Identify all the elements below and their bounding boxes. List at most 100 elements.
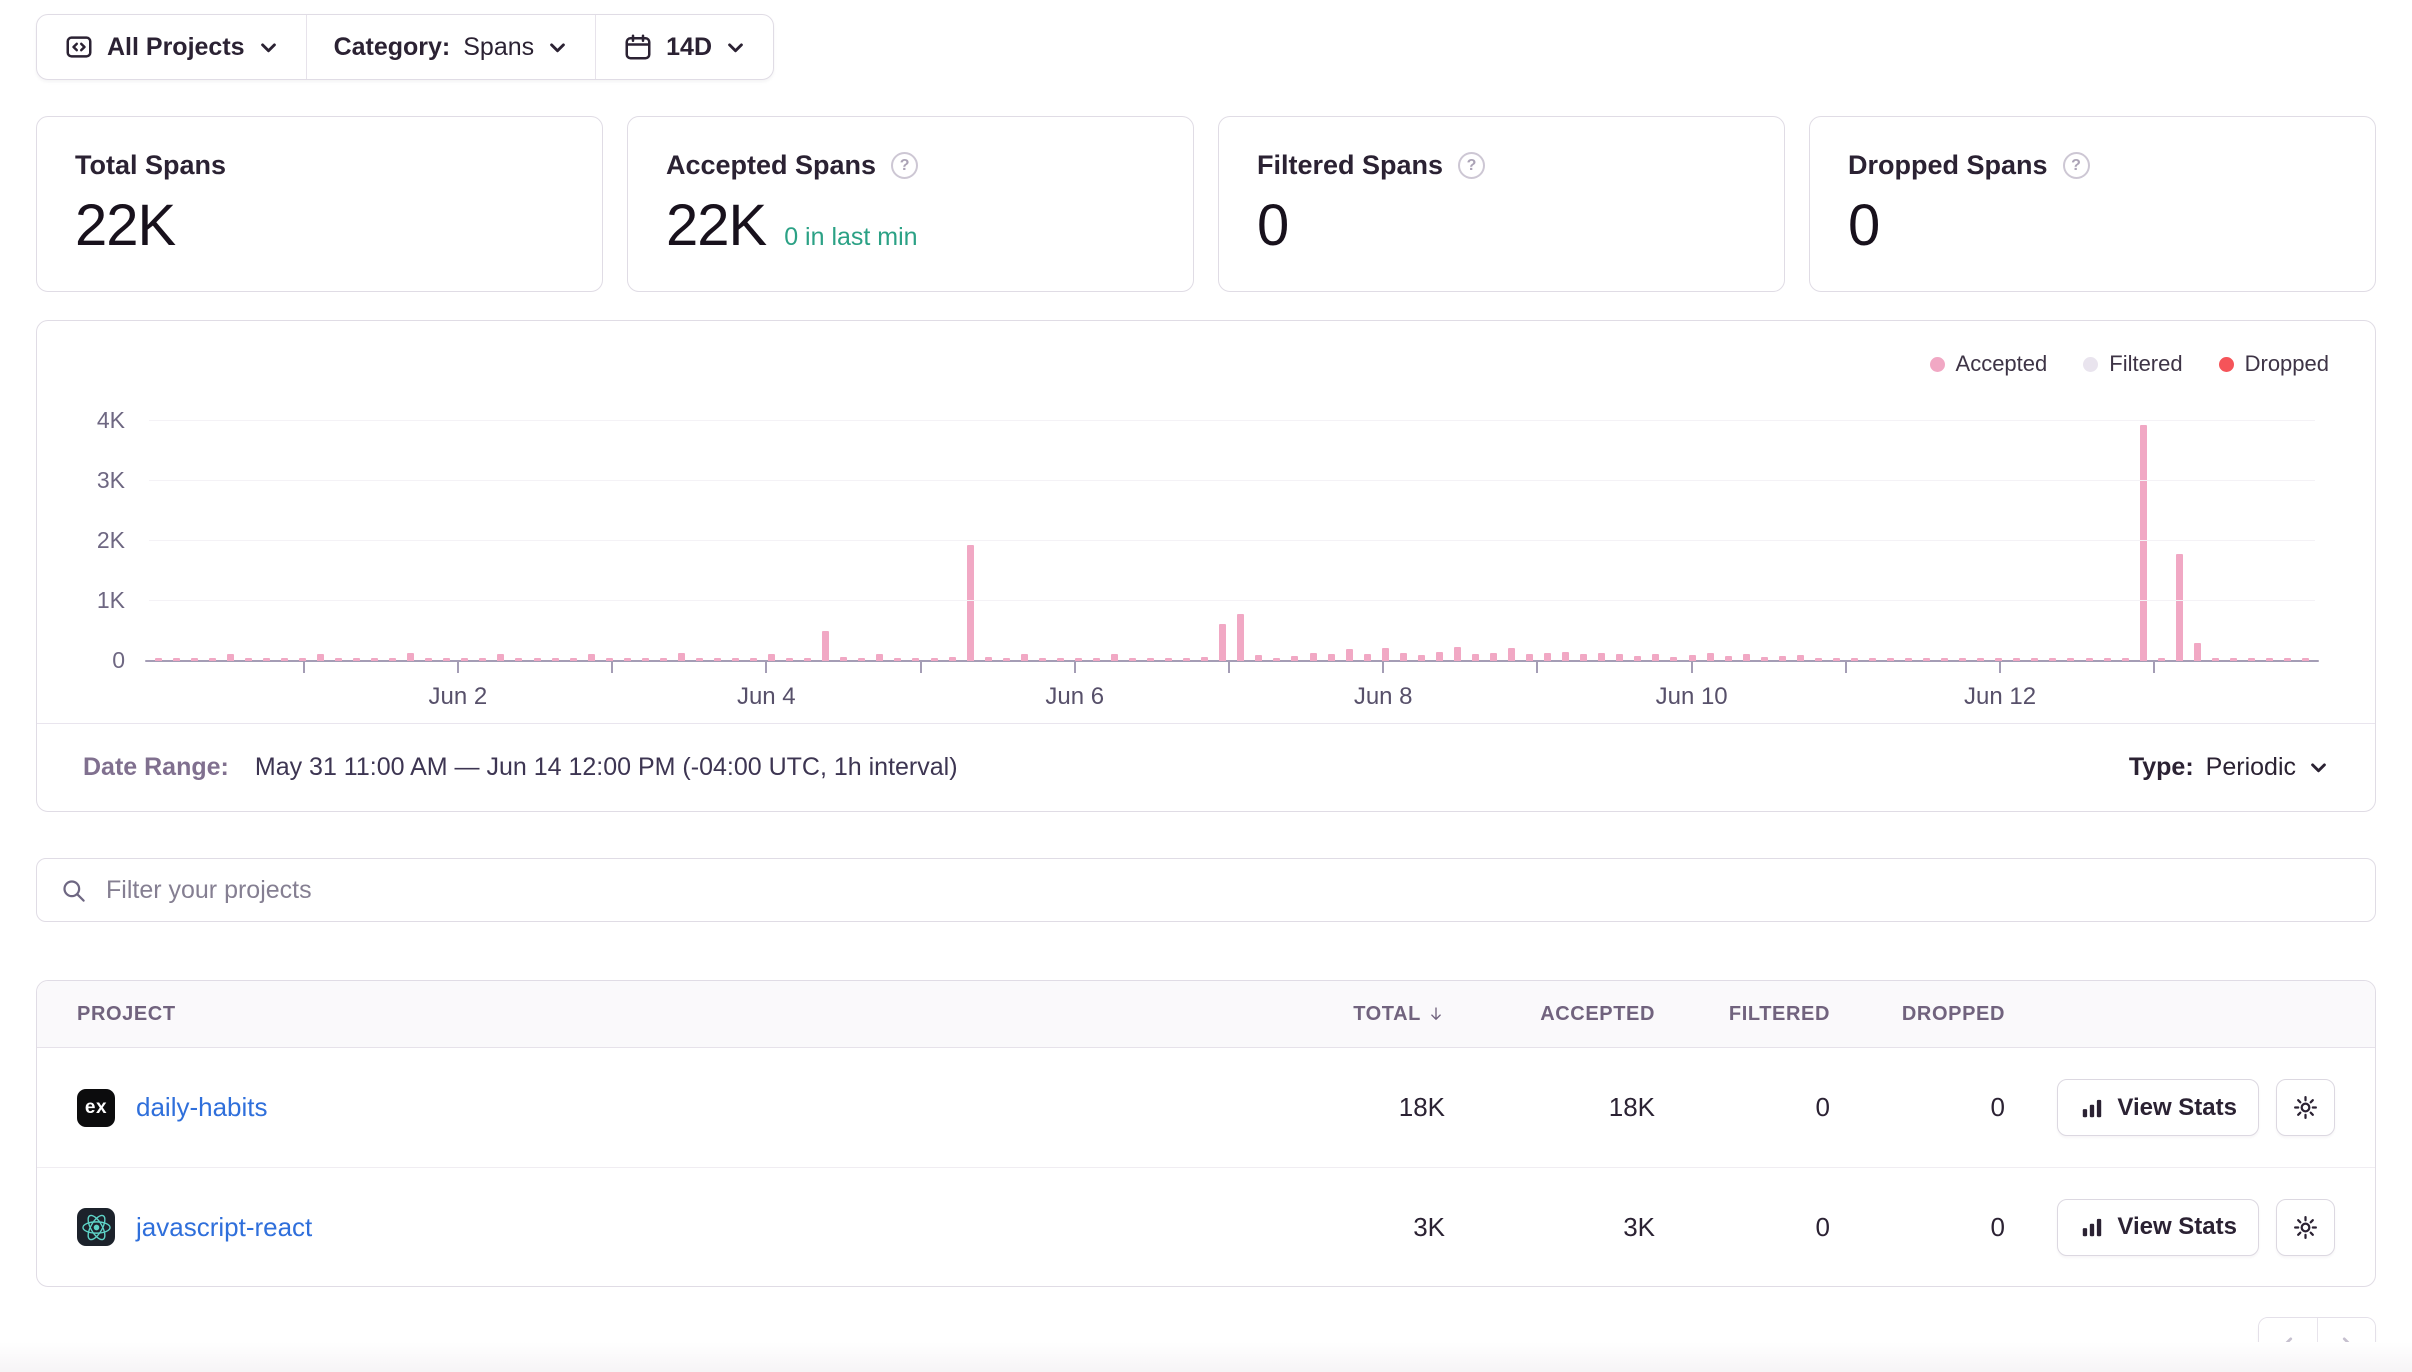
chart-bar[interactable] — [329, 405, 347, 661]
chart-bar[interactable] — [1340, 405, 1358, 661]
chart-bar[interactable] — [708, 405, 726, 661]
legend-item-accepted[interactable]: Accepted — [1930, 351, 2048, 377]
chart-bar[interactable] — [1575, 405, 1593, 661]
chart-bar[interactable] — [1232, 405, 1250, 661]
project-link[interactable]: daily-habits — [136, 1092, 268, 1123]
chart-bar[interactable] — [1250, 405, 1268, 661]
chart-bar[interactable] — [1773, 405, 1791, 661]
chart-bar[interactable] — [889, 405, 907, 661]
chart-bar[interactable] — [1412, 405, 1430, 661]
chart-bar[interactable] — [1105, 405, 1123, 661]
chart-bar[interactable] — [1430, 405, 1448, 661]
category-filter-dropdown[interactable]: Category: Spans — [307, 15, 596, 79]
chart-bar[interactable] — [384, 405, 402, 661]
chart-bar[interactable] — [1990, 405, 2008, 661]
chart-bar[interactable] — [943, 405, 961, 661]
chart-bar[interactable] — [2008, 405, 2026, 661]
chart-bar[interactable] — [1593, 405, 1611, 661]
chart-bar[interactable] — [1557, 405, 1575, 661]
chart-bar[interactable] — [1611, 405, 1629, 661]
chart-bar[interactable] — [239, 405, 257, 661]
chart-bar[interactable] — [2279, 405, 2297, 661]
chart-bar[interactable] — [2134, 405, 2152, 661]
chart-bar[interactable] — [672, 405, 690, 661]
chart-bar[interactable] — [1304, 405, 1322, 661]
chart-bar[interactable] — [1069, 405, 1087, 661]
chart-bar[interactable] — [2224, 405, 2242, 661]
chart-bar[interactable] — [293, 405, 311, 661]
chart-bar[interactable] — [1791, 405, 1809, 661]
help-icon[interactable]: ? — [1458, 152, 1485, 179]
chart-bar[interactable] — [781, 405, 799, 661]
chart-bar[interactable] — [961, 405, 979, 661]
chart-bar[interactable] — [1142, 405, 1160, 661]
chart-bar[interactable] — [1268, 405, 1286, 661]
chart-bar[interactable] — [1196, 405, 1214, 661]
chart-bar[interactable] — [1845, 405, 1863, 661]
chart-bar[interactable] — [1882, 405, 1900, 661]
chart-bar[interactable] — [1466, 405, 1484, 661]
search-input[interactable] — [104, 875, 2352, 906]
view-stats-button[interactable]: View Stats — [2057, 1079, 2259, 1136]
help-icon[interactable]: ? — [891, 152, 918, 179]
chart-bar[interactable] — [1376, 405, 1394, 661]
chart-bar[interactable] — [745, 405, 763, 661]
chart-bar[interactable] — [456, 405, 474, 661]
chart-bar[interactable] — [907, 405, 925, 661]
chart-bar[interactable] — [1539, 405, 1557, 661]
chart-bar[interactable] — [636, 405, 654, 661]
legend-item-filtered[interactable]: Filtered — [2083, 351, 2182, 377]
chart-bar[interactable] — [1358, 405, 1376, 661]
chart-bar[interactable] — [1809, 405, 1827, 661]
chart-bar[interactable] — [1665, 405, 1683, 661]
chart-bar[interactable] — [1394, 405, 1412, 661]
chart-bar[interactable] — [1755, 405, 1773, 661]
chart-bar[interactable] — [1918, 405, 1936, 661]
chart-bar[interactable] — [2242, 405, 2260, 661]
chart-bar[interactable] — [1051, 405, 1069, 661]
legend-item-dropped[interactable]: Dropped — [2219, 351, 2329, 377]
chart-bar[interactable] — [1683, 405, 1701, 661]
chart-bar[interactable] — [546, 405, 564, 661]
chart-bar[interactable] — [618, 405, 636, 661]
chart-bar[interactable] — [311, 405, 329, 661]
chart-bar[interactable] — [1322, 405, 1340, 661]
chart-bar[interactable] — [582, 405, 600, 661]
chart-bar[interactable] — [1737, 405, 1755, 661]
chart-bar[interactable] — [1503, 405, 1521, 661]
chart-bar[interactable] — [2206, 405, 2224, 661]
chart-bar[interactable] — [1521, 405, 1539, 661]
project-link[interactable]: javascript-react — [136, 1212, 312, 1243]
chart-bar[interactable] — [997, 405, 1015, 661]
chart-bar[interactable] — [654, 405, 672, 661]
chart-bar[interactable] — [1033, 405, 1051, 661]
date-period-dropdown[interactable]: 14D — [596, 15, 773, 79]
chart-bar[interactable] — [1863, 405, 1881, 661]
chart-bar[interactable] — [2260, 405, 2278, 661]
project-filter-dropdown[interactable]: All Projects — [37, 15, 306, 79]
chart-bar[interactable] — [1827, 405, 1845, 661]
chart-bar[interactable] — [1629, 405, 1647, 661]
chart-bar[interactable] — [979, 405, 997, 661]
chart-bar[interactable] — [871, 405, 889, 661]
chart-bar[interactable] — [366, 405, 384, 661]
chart-bar[interactable] — [185, 405, 203, 661]
chart-bar[interactable] — [835, 405, 853, 661]
chart-bar[interactable] — [492, 405, 510, 661]
chart-bar[interactable] — [564, 405, 582, 661]
chart-bar[interactable] — [925, 405, 943, 661]
chart-bar[interactable] — [1701, 405, 1719, 661]
chart-bar[interactable] — [257, 405, 275, 661]
chart-bar[interactable] — [1214, 405, 1232, 661]
chart-bar[interactable] — [167, 405, 185, 661]
chart-bar[interactable] — [402, 405, 420, 661]
chart-bar[interactable] — [853, 405, 871, 661]
chart-bar[interactable] — [1484, 405, 1502, 661]
help-icon[interactable]: ? — [2063, 152, 2090, 179]
chart-bar[interactable] — [1936, 405, 1954, 661]
chart-bar[interactable] — [2080, 405, 2098, 661]
chart-bar[interactable] — [1972, 405, 1990, 661]
chart-bar[interactable] — [1178, 405, 1196, 661]
project-settings-button[interactable] — [2276, 1199, 2335, 1256]
chart-bar[interactable] — [690, 405, 708, 661]
